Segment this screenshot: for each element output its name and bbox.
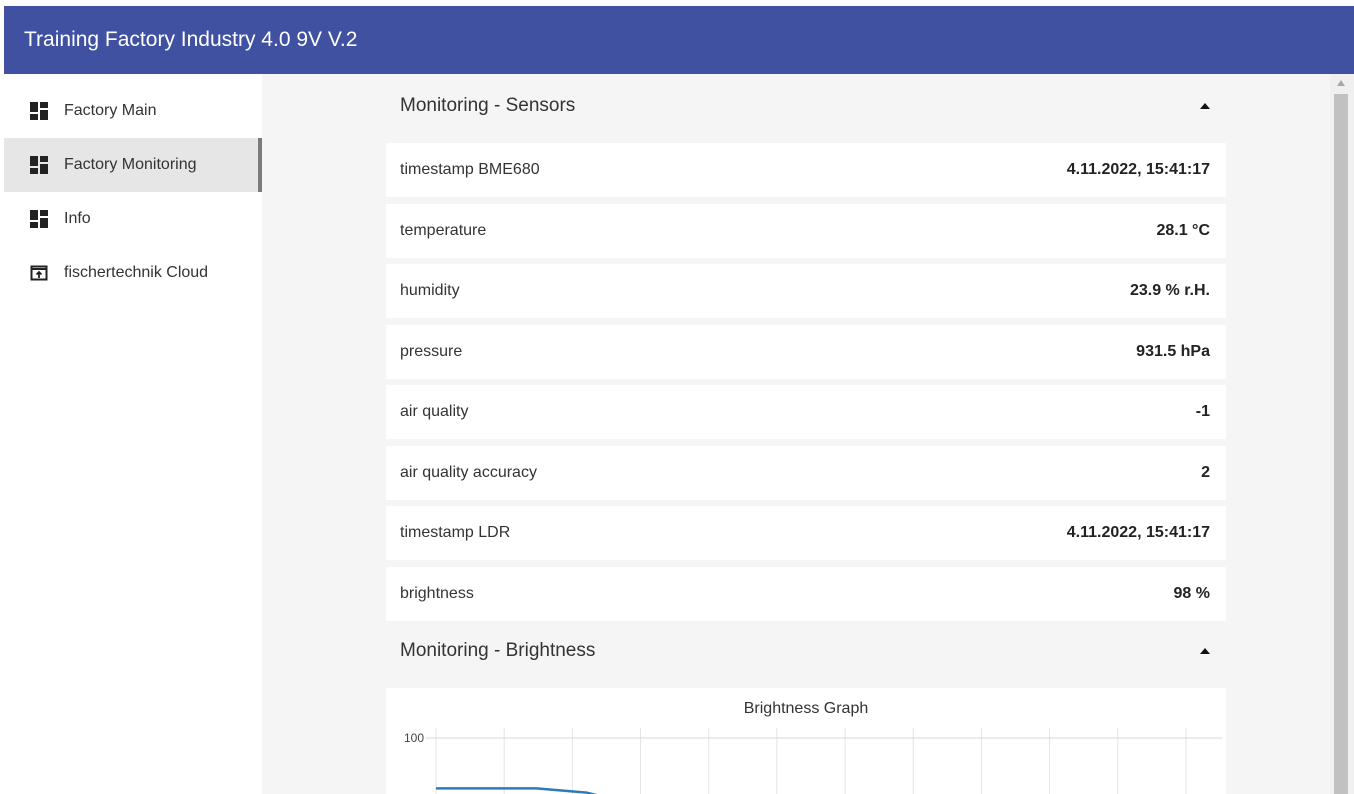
- sensor-value: 23.9 % r.H.: [1129, 282, 1210, 299]
- app-header: Training Factory Industry 4.0 9V V.2: [4, 6, 1354, 74]
- app-title: Training Factory Industry 4.0 9V V.2: [24, 28, 358, 51]
- sensor-row: air quality accuracy 2: [386, 446, 1226, 500]
- brightness-group-header: Monitoring - Brightness: [386, 623, 1226, 679]
- sidebar-item-fischertechnik-cloud[interactable]: fischertechnik Cloud: [4, 246, 262, 300]
- scrollbar-thumb[interactable]: [1334, 94, 1348, 794]
- sidebar-item-info[interactable]: Info: [4, 192, 262, 246]
- sensor-value: -1: [1195, 403, 1210, 420]
- open-external-icon: [30, 265, 48, 281]
- sensor-row: brightness 98 %: [386, 567, 1226, 621]
- sensor-row: humidity 23.9 % r.H.: [386, 264, 1226, 318]
- sensor-label: brightness: [400, 585, 474, 602]
- sensors-group-title: Monitoring - Sensors: [400, 95, 576, 116]
- sensor-row: temperature 28.1 °C: [386, 204, 1226, 258]
- scroll-up-arrow-icon[interactable]: [1337, 80, 1345, 86]
- sidebar: Factory Main Factory Monitoring Info fis…: [4, 74, 262, 794]
- sensor-value: 28.1 °C: [1156, 222, 1210, 239]
- sensor-row: timestamp BME680 4.11.2022, 15:41:17: [386, 143, 1226, 197]
- sensor-label: timestamp LDR: [400, 524, 511, 541]
- series-line: [436, 787, 598, 794]
- sensor-label: humidity: [400, 282, 460, 299]
- sidebar-item-label: Info: [64, 210, 91, 227]
- dashboard-icon: [30, 156, 48, 174]
- sensor-row: air quality -1: [386, 385, 1226, 439]
- sensor-row: timestamp LDR 4.11.2022, 15:41:17: [386, 506, 1226, 560]
- sensor-label: pressure: [400, 343, 463, 360]
- sensor-label: temperature: [400, 222, 487, 239]
- sidebar-item-label: Factory Monitoring: [64, 156, 197, 173]
- sidebar-item-factory-monitoring[interactable]: Factory Monitoring: [4, 138, 262, 192]
- sidebar-item-label: Factory Main: [64, 102, 157, 119]
- dashboard-icon: [30, 210, 48, 228]
- brightness-group-title: Monitoring - Brightness: [400, 640, 596, 661]
- sensor-label: air quality: [400, 403, 469, 420]
- collapse-caret-icon[interactable]: [1200, 103, 1210, 109]
- collapse-caret-icon[interactable]: [1200, 648, 1210, 654]
- sensors-group-header: Monitoring - Sensors: [386, 78, 1226, 134]
- sensor-row: pressure 931.5 hPa: [386, 325, 1226, 379]
- sidebar-item-label: fischertechnik Cloud: [64, 264, 209, 281]
- sensor-value: 98 %: [1173, 585, 1210, 602]
- sensor-value: 2: [1201, 464, 1210, 481]
- sensor-label: air quality accuracy: [400, 464, 537, 481]
- sidebar-item-factory-main[interactable]: Factory Main: [4, 84, 262, 138]
- sensor-value: 931.5 hPa: [1136, 343, 1210, 360]
- dashboard-icon: [30, 102, 48, 120]
- brightness-chart-card: Brightness Graph 100: [386, 688, 1226, 794]
- y-tick-label: 100: [404, 731, 424, 745]
- brightness-chart: 100: [404, 728, 1222, 794]
- sensor-value: 4.11.2022, 15:41:17: [1066, 524, 1210, 541]
- sensor-value: 4.11.2022, 15:41:17: [1066, 161, 1210, 178]
- sensor-label: timestamp BME680: [400, 161, 540, 178]
